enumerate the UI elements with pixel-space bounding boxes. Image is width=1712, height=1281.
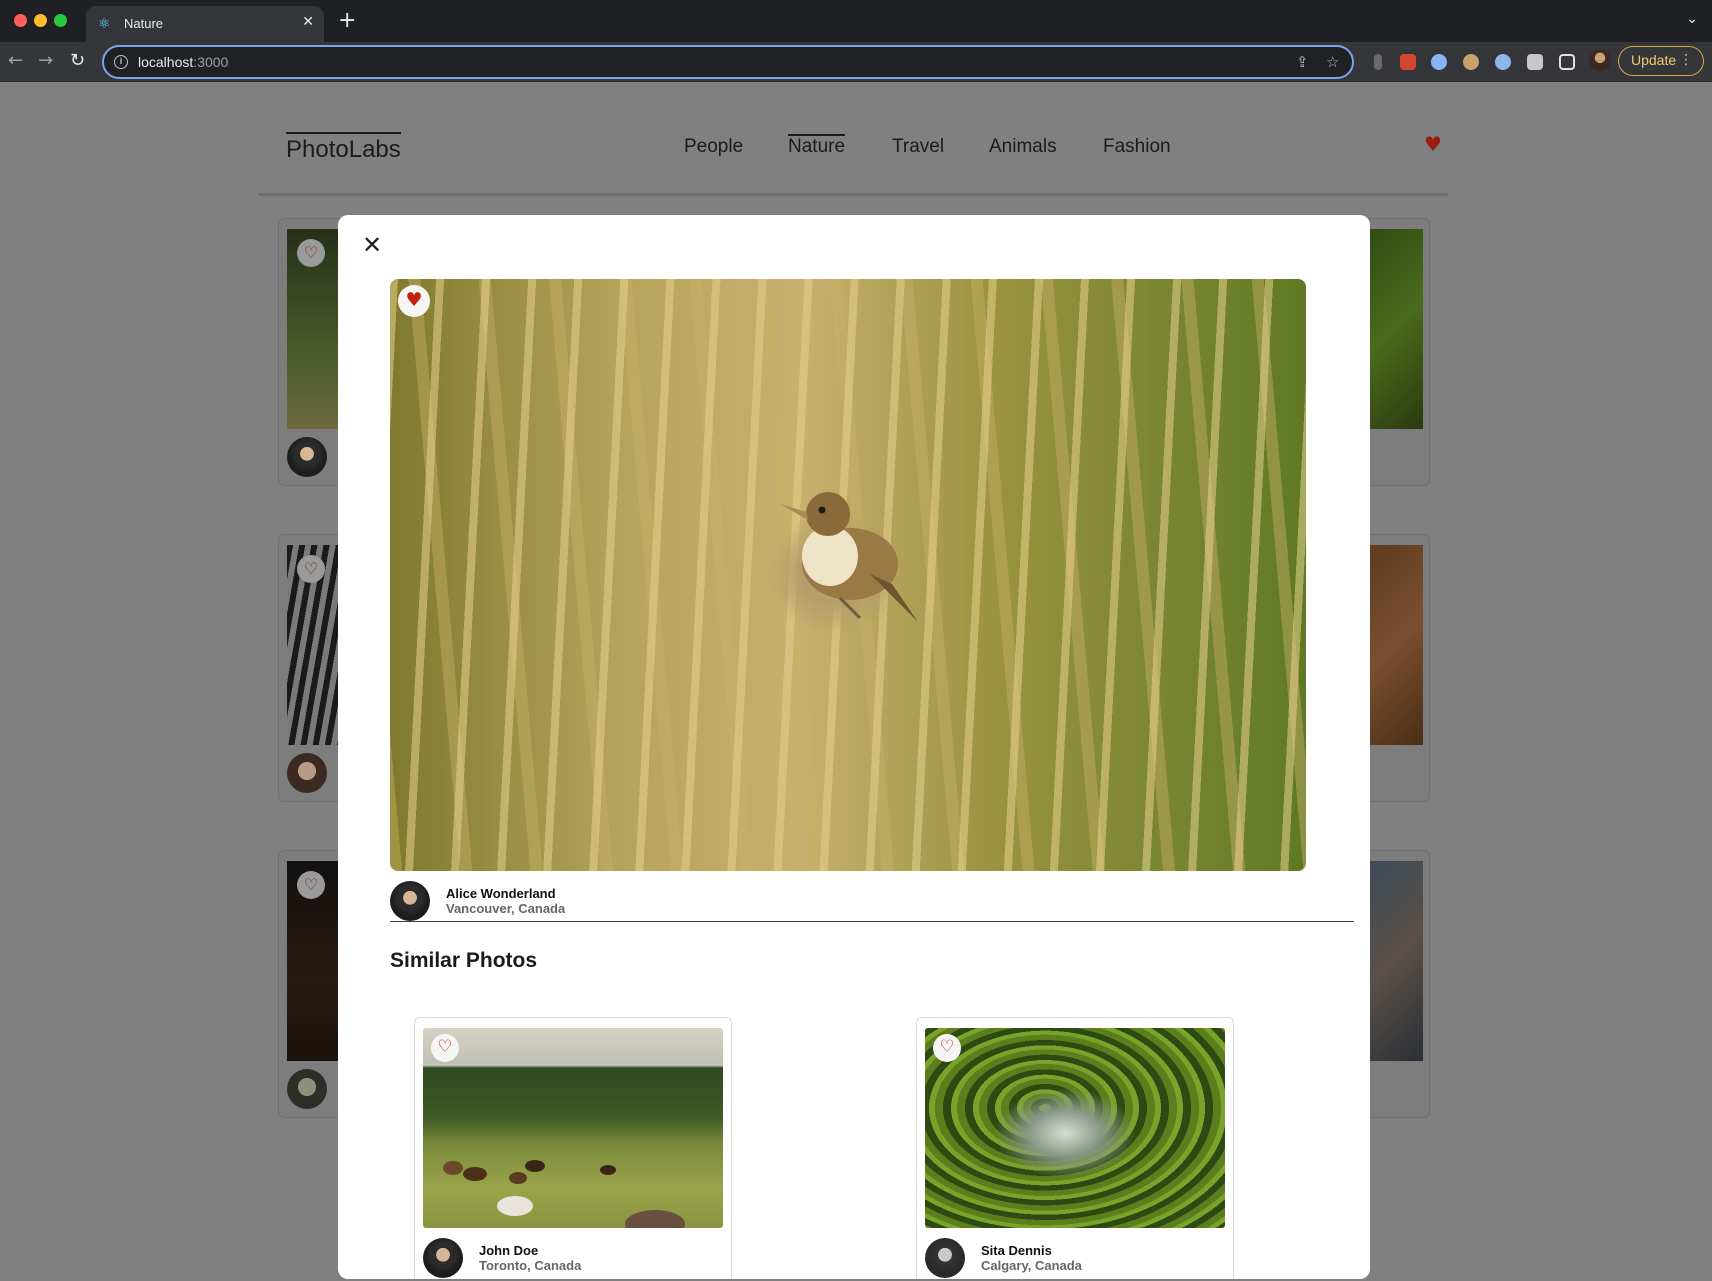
horses-illustration: [443, 1160, 685, 1228]
browser-tab[interactable]: ⚛ Nature ✕: [86, 6, 324, 42]
photo-details-modal: ✕ ♥ Alice Wonderland Vancouver, Canada S…: [338, 215, 1370, 1279]
author-location: Vancouver, Canada: [446, 901, 566, 916]
address-bar[interactable]: i localhost:3000 ⇪ ☆: [102, 45, 1354, 79]
divider: [390, 921, 1354, 922]
avatar: [287, 1069, 327, 1109]
author-location: Toronto, Canada: [479, 1258, 582, 1273]
close-window-button[interactable]: [14, 14, 27, 27]
maximize-window-button[interactable]: [54, 14, 67, 27]
photo-thumbnail[interactable]: [1363, 545, 1423, 745]
similar-photo-card: ♡ Sita Dennis Calgary, Canada: [916, 1017, 1234, 1279]
topic-animals[interactable]: Animals: [989, 136, 1057, 158]
reload-icon[interactable]: ↻: [70, 50, 85, 71]
tab-search-chevron-icon[interactable]: ⌄: [1686, 11, 1698, 27]
extension-icon[interactable]: [1495, 54, 1511, 70]
extension-icon[interactable]: [1400, 54, 1416, 70]
photo-thumbnail[interactable]: [423, 1028, 723, 1228]
avatar: [287, 753, 327, 793]
avatar: [390, 881, 430, 921]
bookmark-star-icon[interactable]: ☆: [1326, 53, 1339, 71]
top-navigation-bar: PhotoLabs People Nature Travel Animals F…: [258, 122, 1448, 196]
tab-title: Nature: [124, 16, 164, 31]
heart-icon[interactable]: ♡: [297, 555, 325, 583]
close-icon[interactable]: ✕: [360, 233, 384, 257]
forward-arrow-icon[interactable]: →: [38, 50, 53, 71]
avatar: [423, 1238, 463, 1278]
extension-icon[interactable]: [1431, 54, 1447, 70]
heart-icon[interactable]: ♡: [431, 1034, 459, 1062]
more-menu-icon[interactable]: ⋮: [1679, 47, 1693, 74]
author-name: Sita Dennis: [981, 1243, 1052, 1258]
react-favicon-icon: ⚛: [98, 16, 111, 32]
author-name: John Doe: [479, 1243, 539, 1258]
photo-thumbnail[interactable]: [1363, 861, 1423, 1061]
profile-avatar[interactable]: [1589, 49, 1611, 71]
site-info-icon[interactable]: i: [114, 55, 128, 69]
tab-close-icon[interactable]: ✕: [302, 14, 314, 30]
heart-icon[interactable]: ♡: [297, 871, 325, 899]
address-url: localhost:3000: [138, 54, 229, 70]
author-name: Alice Wonderland: [446, 886, 556, 901]
fav-badge-heart-icon[interactable]: ♥: [1424, 132, 1442, 156]
avatar: [925, 1238, 965, 1278]
update-button[interactable]: Update ⋮: [1618, 46, 1704, 76]
puzzle-extensions-icon[interactable]: [1527, 54, 1543, 70]
side-panel-icon[interactable]: [1559, 54, 1575, 70]
photo-thumbnail[interactable]: [925, 1028, 1225, 1228]
heart-icon[interactable]: ♥: [398, 285, 430, 317]
app-logo[interactable]: PhotoLabs: [286, 132, 401, 164]
browser-tab-strip: ⚛ Nature ✕ + ⌄: [0, 0, 1712, 42]
extension-icon[interactable]: [1374, 54, 1382, 70]
minimize-window-button[interactable]: [34, 14, 47, 27]
photo-thumbnail[interactable]: [1363, 229, 1423, 429]
back-arrow-icon[interactable]: ←: [8, 50, 23, 71]
topic-nature[interactable]: Nature: [788, 134, 846, 158]
topic-travel[interactable]: Travel: [892, 136, 944, 158]
heart-icon[interactable]: ♡: [297, 239, 325, 267]
main-photo: ♥: [390, 279, 1306, 871]
topic-people[interactable]: People: [684, 136, 743, 158]
share-icon[interactable]: ⇪: [1296, 53, 1309, 71]
extension-icon[interactable]: [1463, 54, 1479, 70]
author-location: Calgary, Canada: [981, 1258, 1082, 1273]
browser-toolbar: ← → ↻ i localhost:3000 ⇪ ☆ Update ⋮: [0, 42, 1712, 82]
similar-photo-author: John Doe Toronto, Canada: [423, 1238, 723, 1278]
main-photo-author: Alice Wonderland Vancouver, Canada: [390, 881, 690, 921]
similar-photos-title: Similar Photos: [390, 949, 538, 972]
avatar: [287, 437, 327, 477]
heart-icon[interactable]: ♡: [933, 1034, 961, 1062]
topic-fashion[interactable]: Fashion: [1103, 136, 1171, 158]
similar-photo-author: Sita Dennis Calgary, Canada: [925, 1238, 1225, 1278]
new-tab-icon[interactable]: +: [338, 8, 356, 33]
bird-illustration: [780, 492, 918, 622]
similar-photo-card: ♡ John Doe Toronto, Canada: [414, 1017, 732, 1279]
